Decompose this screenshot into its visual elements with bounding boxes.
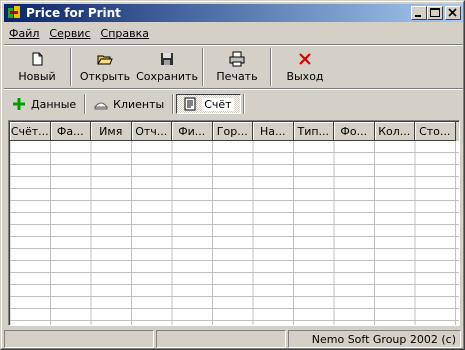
column-header[interactable]: Имя bbox=[91, 122, 132, 141]
menu-help[interactable]: Справка bbox=[96, 27, 154, 40]
toolbar-separator bbox=[270, 48, 272, 86]
tab-data-label: Данные bbox=[31, 97, 77, 111]
open-label: Открыть bbox=[79, 70, 131, 83]
menu-file[interactable]: Файл bbox=[4, 27, 44, 40]
menu-file-label: Файл bbox=[9, 26, 40, 40]
printer-icon bbox=[229, 51, 245, 67]
status-panel-2 bbox=[156, 330, 286, 348]
document-icon bbox=[183, 97, 197, 111]
clients-icon bbox=[94, 97, 109, 111]
tab-invoice[interactable]: Счёт bbox=[176, 94, 241, 114]
open-folder-icon bbox=[97, 51, 113, 67]
tab-separator bbox=[84, 94, 87, 114]
maximize-button[interactable] bbox=[427, 6, 443, 20]
print-button[interactable]: Печать bbox=[207, 47, 267, 87]
exit-button[interactable]: Выход bbox=[275, 47, 335, 87]
save-label: Сохранить bbox=[136, 70, 198, 83]
menu-service-label: Сервис bbox=[49, 26, 91, 40]
column-header[interactable]: На... bbox=[253, 122, 294, 141]
tab-bar: Данные Клиенты Счёт bbox=[6, 94, 247, 114]
floppy-disk-icon bbox=[159, 51, 175, 67]
toolbar-separator bbox=[202, 48, 204, 86]
window-title: Price for Print bbox=[26, 6, 121, 20]
column-header[interactable]: Счёт... bbox=[10, 122, 51, 141]
open-button[interactable]: Открыть bbox=[75, 47, 135, 87]
column-header[interactable]: Гор... bbox=[212, 122, 253, 141]
column-header[interactable]: Фа... bbox=[50, 122, 91, 141]
tab-invoice-label: Счёт bbox=[202, 97, 234, 111]
menu-bar: Файл Сервис Справка bbox=[4, 24, 154, 42]
tab-separator bbox=[172, 94, 175, 114]
menu-service[interactable]: Сервис bbox=[44, 27, 95, 40]
status-panel-copyright: Nemo Soft Group 2002 (c) bbox=[288, 330, 461, 348]
save-button[interactable]: Сохранить bbox=[135, 47, 199, 87]
minimize-button[interactable] bbox=[411, 6, 427, 20]
printer-app-icon bbox=[6, 5, 22, 21]
column-header[interactable]: Сто... bbox=[415, 122, 456, 141]
new-button[interactable]: Новый bbox=[7, 47, 67, 87]
new-document-icon bbox=[29, 51, 45, 67]
tab-clients[interactable]: Клиенты bbox=[88, 94, 170, 114]
main-window: Price for Print Файл Сервис Справка Новы… bbox=[0, 0, 465, 350]
new-label: Новый bbox=[18, 70, 56, 83]
data-grid[interactable]: Счёт... Фа... Имя Отч... Фи... Гор... На… bbox=[8, 120, 460, 326]
grid-header: Счёт... Фа... Имя Отч... Фи... Гор... На… bbox=[10, 122, 459, 141]
toolbar-separator bbox=[70, 48, 72, 86]
red-x-icon bbox=[297, 51, 313, 67]
close-button[interactable] bbox=[445, 6, 461, 20]
column-header[interactable]: Фо... bbox=[334, 122, 375, 141]
column-header[interactable]: Фи... bbox=[172, 122, 213, 141]
column-header[interactable]: Тип... bbox=[293, 122, 334, 141]
column-header[interactable]: Кол... bbox=[374, 122, 415, 141]
print-label: Печать bbox=[216, 70, 258, 83]
status-panel-1 bbox=[4, 330, 154, 348]
status-bar: Nemo Soft Group 2002 (c) bbox=[4, 330, 463, 348]
toolbar: Новый Открыть Сохранить Печать Выход bbox=[4, 44, 463, 90]
green-plus-icon bbox=[12, 97, 26, 111]
title-bar[interactable]: Price for Print bbox=[4, 4, 463, 22]
column-header[interactable]: Отч... bbox=[131, 122, 172, 141]
tab-clients-label: Клиенты bbox=[113, 97, 165, 111]
tab-data[interactable]: Данные bbox=[6, 94, 82, 114]
exit-label: Выход bbox=[286, 70, 324, 83]
grid-body[interactable] bbox=[10, 141, 459, 325]
tab-separator bbox=[242, 94, 245, 114]
menu-help-label: Справка bbox=[100, 26, 149, 40]
